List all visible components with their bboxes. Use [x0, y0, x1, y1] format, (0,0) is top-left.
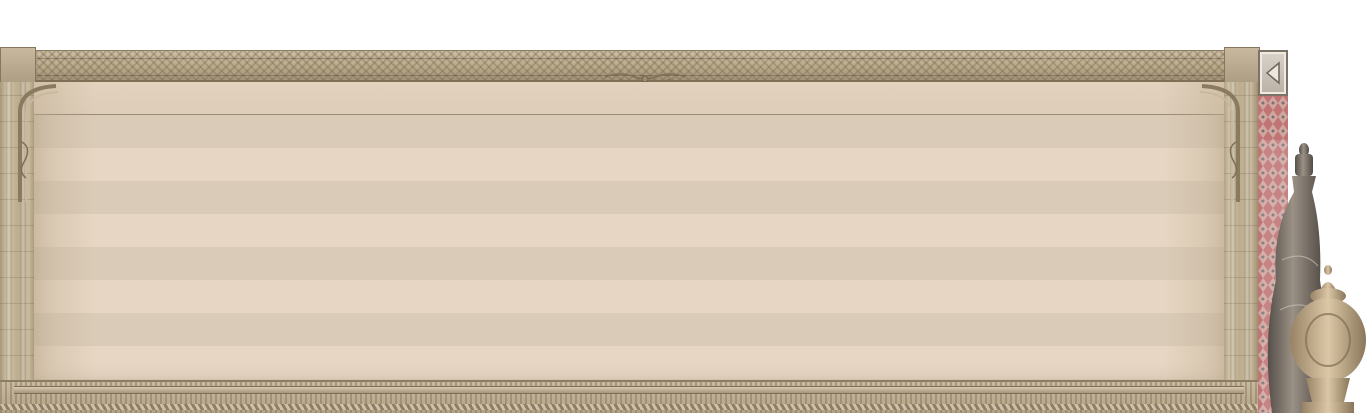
- content-panel: [34, 82, 1224, 382]
- triangle-left-icon: [1265, 61, 1280, 85]
- vase-decoration-icon: [1262, 140, 1368, 413]
- collapse-panel-button[interactable]: [1258, 50, 1288, 96]
- frame-bottom-border: [0, 380, 1258, 413]
- panel-header: [34, 82, 1224, 115]
- arch-left-ornament-icon: [18, 84, 59, 202]
- ornate-frame: [0, 47, 1260, 413]
- arch-right-ornament-icon: [1199, 84, 1240, 202]
